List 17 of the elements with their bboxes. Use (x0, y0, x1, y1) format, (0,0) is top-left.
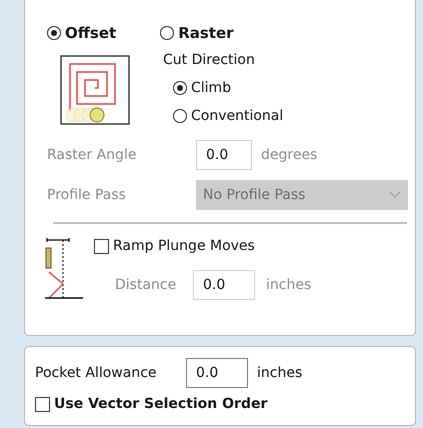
radio-button[interactable]: Climb (173, 80, 284, 96)
checkbox[interactable]: Use Vector Selection Order (35, 396, 268, 412)
offset-toolpath-icon (59, 54, 133, 128)
field-label: Profile Pass (47, 187, 127, 203)
chevron-icon (389, 191, 401, 199)
radio-button[interactable]: Raster (160, 24, 234, 42)
field-label: Raster Angle (47, 147, 138, 163)
field-label: Distance (115, 277, 178, 293)
radio-button[interactable]: Conventional (173, 108, 284, 124)
section-label: Cut Direction (163, 52, 256, 68)
input-field[interactable]: 0.0 (186, 358, 248, 388)
unit-label: inches (257, 365, 302, 381)
unit-label: inches (266, 277, 312, 293)
ramp-plunge-icon (43, 238, 85, 302)
radio-button[interactable]: Offset (47, 24, 116, 42)
field-label: Pocket Allowance (35, 365, 158, 381)
unit-label: degrees (261, 147, 318, 163)
